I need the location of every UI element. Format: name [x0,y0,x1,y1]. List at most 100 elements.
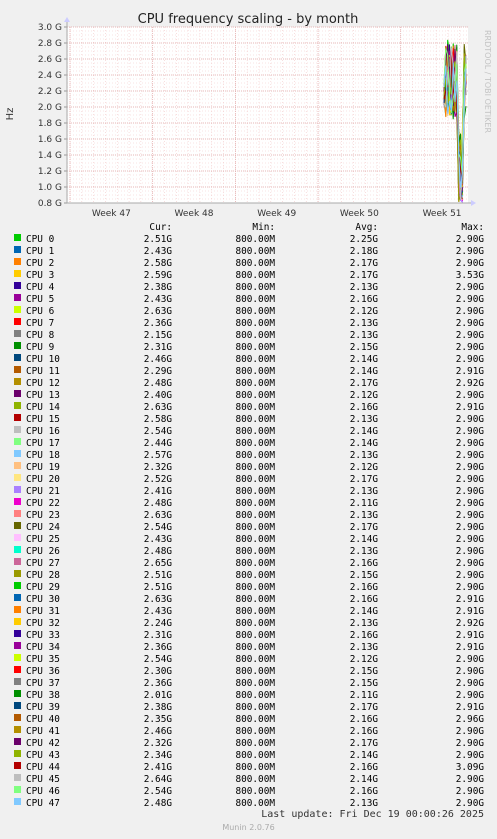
legend-name: CPU 0 [26,234,55,245]
legend-min: 800.00M [235,594,275,605]
legend-name: CPU 39 [26,702,60,713]
legend-avg: 2.17G [349,702,378,713]
legend-min: 800.00M [235,678,275,689]
legend-name: CPU 13 [26,390,60,401]
legend-row: CPU 45 2.64G 800.00M 2.14G 2.90G [0,774,497,786]
legend-min: 800.00M [235,462,275,473]
legend-swatch [14,462,21,469]
legend: Cur: Min: Avg: Max: CPU 0 2.51G 800.00M 2.2… [0,222,497,810]
legend-max: 2.90G [455,282,484,293]
legend-name: CPU 21 [26,486,60,497]
legend-name: CPU 19 [26,462,60,473]
legend-max: 2.90G [455,510,484,521]
legend-cur: 2.58G [143,258,172,269]
legend-cur: 2.32G [143,462,172,473]
legend-max: 2.90G [455,414,484,425]
legend-min: 800.00M [235,234,275,245]
legend-row: CPU 16 2.54G 800.00M 2.14G 2.90G [0,426,497,438]
legend-avg: 2.13G [349,282,378,293]
legend-row: CPU 27 2.65G 800.00M 2.16G 2.90G [0,558,497,570]
legend-row: CPU 4 2.38G 800.00M 2.13G 2.90G [0,282,497,294]
legend-cur: 2.63G [143,306,172,317]
legend-name: CPU 17 [26,438,60,449]
legend-min: 800.00M [235,486,275,497]
legend-name: CPU 18 [26,450,60,461]
legend-cur: 2.64G [143,774,172,785]
legend-name: CPU 7 [26,318,55,329]
legend-swatch [14,750,21,757]
legend-row: CPU 30 2.63G 800.00M 2.16G 2.91G [0,594,497,606]
legend-swatch [14,678,21,685]
y-tick-label: 0.8 G [38,199,62,209]
legend-name: CPU 31 [26,606,60,617]
legend-max: 2.90G [455,666,484,677]
legend-name: CPU 26 [26,546,60,557]
legend-cur: 2.65G [143,558,172,569]
legend-avg: 2.13G [349,642,378,653]
legend-max: 2.90G [455,306,484,317]
legend-max: 2.90G [455,786,484,797]
legend-cur: 2.35G [143,714,172,725]
legend-cur: 2.51G [143,582,172,593]
legend-min: 800.00M [235,738,275,749]
legend-name: CPU 47 [26,798,60,809]
legend-min: 800.00M [235,630,275,641]
legend-max: 2.90G [455,738,484,749]
legend-avg: 2.17G [349,522,378,533]
legend-avg: 2.13G [349,546,378,557]
legend-name: CPU 8 [26,330,55,341]
legend-cur: 2.54G [143,426,172,437]
legend-name: CPU 6 [26,306,55,317]
legend-min: 800.00M [235,786,275,797]
legend-row: CPU 25 2.43G 800.00M 2.14G 2.90G [0,534,497,546]
legend-swatch [14,630,21,637]
legend-cur: 2.38G [143,702,172,713]
legend-name: CPU 12 [26,378,60,389]
legend-cur: 2.41G [143,486,172,497]
legend-name: CPU 16 [26,426,60,437]
legend-cur: 2.36G [143,318,172,329]
legend-min: 800.00M [235,510,275,521]
legend-max: 2.90G [455,522,484,533]
legend-max: 3.53G [455,270,484,281]
legend-cur: 2.48G [143,378,172,389]
legend-row: CPU 9 2.31G 800.00M 2.15G 2.90G [0,342,497,354]
legend-row: CPU 34 2.36G 800.00M 2.13G 2.91G [0,642,497,654]
legend-row: CPU 41 2.46G 800.00M 2.16G 2.90G [0,726,497,738]
legend-avg: 2.15G [349,342,378,353]
legend-cur: 2.36G [143,642,172,653]
legend-swatch [14,666,21,673]
legend-avg: 2.14G [349,534,378,545]
legend-min: 800.00M [235,702,275,713]
legend-name: CPU 41 [26,726,60,737]
legend-swatch [14,690,21,697]
legend-min: 800.00M [235,534,275,545]
legend-swatch [14,306,21,313]
legend-row: CPU 3 2.59G 800.00M 2.17G 3.53G [0,270,497,282]
legend-avg: 2.14G [349,774,378,785]
legend-min: 800.00M [235,438,275,449]
legend-row: CPU 37 2.36G 800.00M 2.15G 2.90G [0,678,497,690]
legend-swatch [14,714,21,721]
x-axis-arrow [471,200,476,206]
legend-avg: 2.15G [349,666,378,677]
legend-swatch [14,774,21,781]
legend-name: CPU 27 [26,558,60,569]
legend-max: 2.90G [455,774,484,785]
legend-row: CPU 19 2.32G 800.00M 2.12G 2.90G [0,462,497,474]
legend-row: CPU 11 2.29G 800.00M 2.14G 2.91G [0,366,497,378]
legend-swatch [14,246,21,253]
legend-swatch [14,426,21,433]
legend-min: 800.00M [235,618,275,629]
legend-swatch [14,342,21,349]
legend-cur: 2.51G [143,234,172,245]
legend-swatch [14,282,21,289]
legend-name: CPU 29 [26,582,60,593]
legend-min: 800.00M [235,546,275,557]
y-tick-label: 1.4 G [38,151,62,161]
legend-swatch [14,414,21,421]
legend-avg: 2.16G [349,582,378,593]
legend-name: CPU 37 [26,678,60,689]
legend-row: CPU 26 2.48G 800.00M 2.13G 2.90G [0,546,497,558]
legend-swatch [14,618,21,625]
